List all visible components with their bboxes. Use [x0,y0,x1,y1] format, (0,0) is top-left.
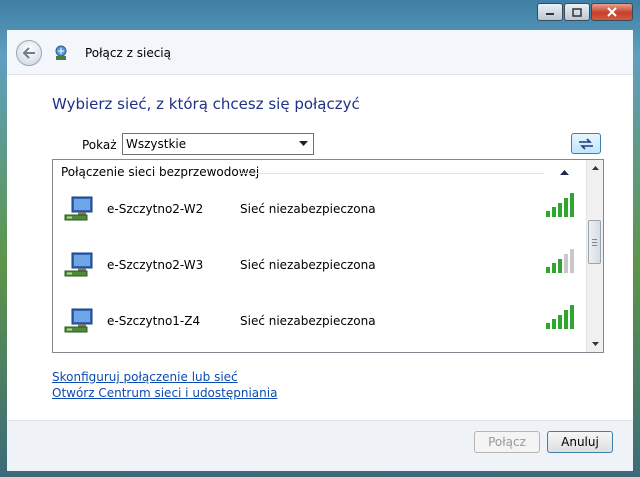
vertical-scrollbar[interactable] [586,160,603,352]
thumb-grip [592,245,597,246]
network-item[interactable]: e-Szczytno2-W2 Sieć niezabezpieczona [53,184,588,240]
maximize-button[interactable] [564,3,590,21]
scroll-thumb[interactable] [588,220,601,264]
filter-label: Pokaż [82,138,117,152]
signal-strength-icon [546,249,574,273]
collapse-group-button[interactable] [558,167,570,177]
network-name: e-Szczytno1-Z4 [107,314,201,328]
navigation-bar: Połącz z siecią [7,30,633,75]
back-arrow-icon [22,47,35,59]
filter-dropdown[interactable]: Wszystkie [122,133,314,155]
minimize-icon [546,13,554,15]
back-button[interactable] [16,40,42,66]
scroll-up-button[interactable] [587,160,603,176]
network-name: e-Szczytno2-W2 [107,202,204,216]
wireless-network-icon [64,196,93,221]
wireless-network-icon [64,252,93,277]
scroll-down-button[interactable] [587,336,603,352]
wireless-network-icon [64,308,93,333]
dialog-footer: Połącz Anuluj [7,420,633,471]
arrow-down-icon [591,342,599,346]
page-heading: Wybierz sieć, z którą chcesz się połączy… [52,95,360,113]
arrow-up-icon [591,166,599,170]
title-bar [0,0,640,30]
thumb-grip [592,239,597,240]
group-divider [238,173,544,174]
network-wizard-icon [55,45,67,60]
network-item[interactable]: e-Szczytno2-W3 Sieć niezabezpieczona [53,240,588,296]
chevron-down-icon [295,136,311,152]
content-area: Wybierz sieć, z którą chcesz się połączy… [7,75,633,420]
filter-selected-value: Wszystkie [126,137,187,151]
window-controls [536,3,633,21]
group-header: Połączenie sieci bezprzewodowej [61,165,266,179]
network-item[interactable]: e-Szczytno1-Z4 Sieć niezabezpieczona [53,296,588,352]
thumb-grip [592,242,597,243]
connect-button[interactable]: Połącz [474,431,540,453]
network-status: Sieć niezabezpieczona [240,258,376,272]
network-status: Sieć niezabezpieczona [240,314,376,328]
window-title: Połącz z siecią [85,46,171,60]
maximize-icon [572,7,582,17]
network-status: Sieć niezabezpieczona [240,202,376,216]
network-center-link[interactable]: Otwórz Centrum sieci i udostępniania [52,386,277,400]
network-list: Połączenie sieci bezprzewodowej e-Szczyt… [52,159,604,353]
close-button[interactable] [591,3,633,21]
configure-connection-link[interactable]: Skonfiguruj połączenie lub sieć [52,370,238,384]
chevron-up-icon [559,170,569,175]
signal-strength-icon [546,305,574,329]
minimize-button[interactable] [537,3,563,21]
network-name: e-Szczytno2-W3 [107,258,204,272]
dialog-window: Połącz z siecią Wybierz sieć, z którą ch… [0,0,640,477]
signal-strength-icon [546,193,574,217]
refresh-button[interactable] [571,133,601,154]
cancel-button[interactable]: Anuluj [547,431,613,453]
refresh-icon [579,137,593,150]
close-icon [607,7,617,17]
